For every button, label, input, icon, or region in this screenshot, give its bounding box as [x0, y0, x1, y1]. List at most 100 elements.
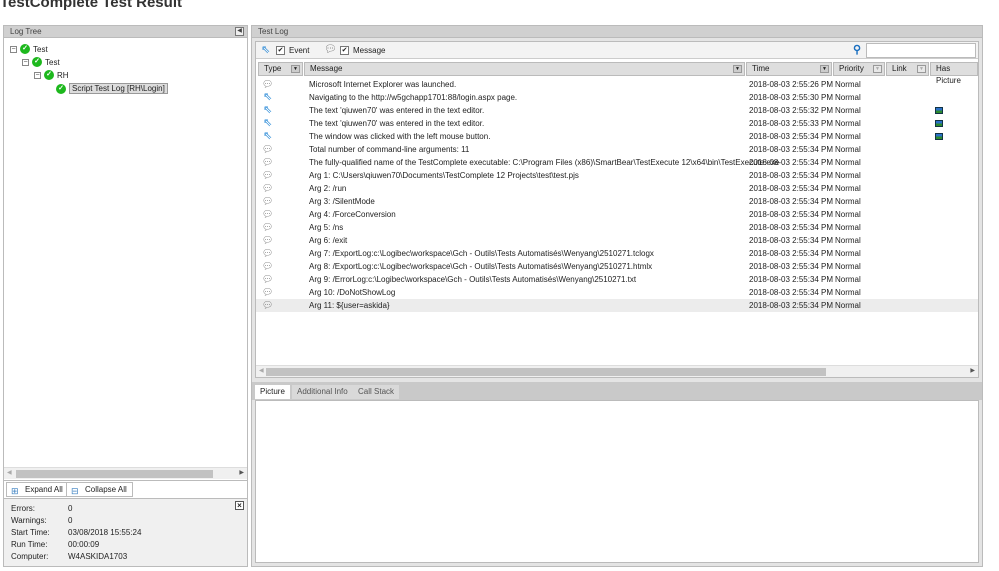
cell-message: Arg 11: ${user=askida} — [309, 301, 390, 310]
cell-time: 2018-08-03 2:55:34 PM — [749, 288, 834, 297]
cell-priority: Normal — [835, 132, 861, 141]
table-row[interactable]: 💬︎ Arg 9: /ErrorLog:c:\Logibec\workspace\… — [256, 273, 978, 286]
table-row[interactable]: 💬︎ Arg 6: /exit 2018-08-03 2:55:34 PM Norma… — [256, 234, 978, 247]
picture-icon[interactable] — [935, 120, 943, 127]
tree-node-rh[interactable]: − ✓ RH — [34, 70, 69, 80]
message-filter-label: Message — [353, 46, 386, 55]
dropdown-icon[interactable]: ▼ — [917, 65, 926, 73]
collapse-panel-button[interactable]: ◀ — [235, 27, 244, 36]
cell-time: 2018-08-03 2:55:34 PM — [749, 301, 834, 310]
table-row[interactable]: 💬︎ Arg 5: /ns 2018-08-03 2:55:34 PM Normal — [256, 221, 978, 234]
table-row[interactable]: ⇖ The window was clicked with the left mo… — [256, 130, 978, 143]
column-label: Link — [892, 64, 907, 73]
tab-label: Picture — [260, 387, 285, 396]
cell-message: Arg 7: /ExportLog:c:\Logibec\workspace\G… — [309, 249, 654, 258]
table-row[interactable]: 💬︎ Arg 10: /DoNotShowLog 2018-08-03 2:55:3… — [256, 286, 978, 299]
tree-node-script-log[interactable]: ✓ Script Test Log [RH\Login] — [56, 83, 168, 94]
dropdown-icon[interactable]: ▼ — [820, 65, 829, 73]
tree-node-label: Test — [33, 44, 48, 54]
scroll-thumb[interactable] — [266, 368, 826, 376]
message-bubble-icon: 💬︎ — [262, 261, 274, 271]
table-row[interactable]: 💬︎ Arg 4: /ForceConversion 2018-08-03 2:55… — [256, 208, 978, 221]
table-row[interactable]: 💬︎ The fully-qualified name of the TestCo… — [256, 156, 978, 169]
summary-key: Start Time: — [11, 528, 50, 537]
column-header-priority[interactable]: Priority ▼ — [833, 62, 885, 76]
filter-toolbar: ⇖ ✔ Event 💬︎ ✔ Message ⚲ — [256, 42, 978, 59]
cell-time: 2018-08-03 2:55:30 PM — [749, 93, 834, 102]
tab-additional-info[interactable]: Additional Info — [292, 385, 353, 399]
tab-picture[interactable]: Picture — [255, 385, 290, 399]
cell-priority: Normal — [835, 288, 861, 297]
cell-time: 2018-08-03 2:55:34 PM — [749, 132, 834, 141]
column-label: Message — [310, 64, 343, 73]
cell-time: 2018-08-03 2:55:34 PM — [749, 171, 834, 180]
table-row[interactable]: 💬︎ Arg 8: /ExportLog:c:\Logibec\workspace… — [256, 260, 978, 273]
tab-label: Call Stack — [358, 387, 395, 396]
table-row[interactable]: 💬︎ Arg 3: /SilentMode 2018-08-03 2:55:34 P… — [256, 195, 978, 208]
summary-key: Run Time: — [11, 540, 48, 549]
scroll-left-icon[interactable]: ◀ — [7, 469, 12, 476]
tree-node-test-root[interactable]: − ✓ Test — [10, 44, 48, 54]
message-bubble-icon: 💬︎ — [262, 248, 274, 258]
cell-message: Arg 1: C:\Users\qiuwen70\Documents\TestC… — [309, 171, 579, 180]
picture-icon[interactable] — [935, 107, 943, 114]
picture-icon[interactable] — [935, 133, 943, 140]
scroll-right-icon[interactable]: ▶ — [970, 367, 975, 374]
collapse-icon[interactable]: − — [22, 58, 29, 66]
cell-message: Total number of command-line arguments: … — [309, 145, 470, 154]
cell-message: Arg 3: /SilentMode — [309, 197, 375, 206]
table-row[interactable]: 💬︎ Total number of command-line arguments… — [256, 143, 978, 156]
table-row[interactable]: ⇖ The text 'qiuwen70' was entered in the … — [256, 104, 978, 117]
collapse-all-button[interactable]: ⊟ Collapse All — [66, 482, 133, 497]
table-row[interactable]: ⇖ The text 'qiuwen70' was entered in the … — [256, 117, 978, 130]
collapse-icon[interactable]: − — [10, 45, 17, 53]
scroll-thumb[interactable] — [16, 470, 213, 478]
search-input[interactable] — [866, 43, 976, 58]
cell-priority: Normal — [835, 158, 861, 167]
scroll-left-icon[interactable]: ◀ — [259, 367, 264, 374]
column-header-has-picture[interactable]: Has Picture — [930, 62, 978, 85]
collapse-icon[interactable]: − — [34, 71, 41, 79]
success-icon: ✓ — [32, 57, 42, 67]
column-header-link[interactable]: Link ▼ — [886, 62, 929, 76]
tab-call-stack[interactable]: Call Stack — [353, 385, 400, 399]
expand-all-button[interactable]: ⊞ Expand All — [6, 482, 69, 497]
expand-tree-icon: ⊞ — [11, 486, 19, 496]
message-bubble-icon: 💬︎ — [324, 44, 337, 55]
column-header-time[interactable]: Time ▼ — [746, 62, 832, 76]
search-icon[interactable]: ⚲ — [853, 43, 861, 56]
cell-message: The fully-qualified name of the TestComp… — [309, 158, 780, 167]
table-row[interactable]: 💬︎ Arg 7: /ExportLog:c:\Logibec\workspace… — [256, 247, 978, 260]
table-row[interactable]: 💬︎ Microsoft Internet Explorer was launch… — [256, 78, 978, 91]
cell-priority: Normal — [835, 171, 861, 180]
message-bubble-icon: 💬︎ — [262, 274, 274, 284]
dropdown-icon[interactable]: ▼ — [291, 65, 300, 73]
message-bubble-icon: 💬︎ — [262, 300, 274, 310]
cell-message: The window was clicked with the left mou… — [309, 132, 491, 141]
summary-key: Warnings: — [11, 516, 47, 525]
cell-priority: Normal — [835, 119, 861, 128]
cell-time: 2018-08-03 2:55:34 PM — [749, 262, 834, 271]
event-checkbox[interactable]: ✔ — [276, 46, 285, 55]
message-checkbox[interactable]: ✔ — [340, 46, 349, 55]
table-row[interactable]: 💬︎ Arg 2: /run 2018-08-03 2:55:34 PM Normal — [256, 182, 978, 195]
tree-horizontal-scrollbar[interactable]: ◀ ▶ — [4, 467, 247, 479]
test-log-title: Test Log — [258, 27, 289, 36]
message-bubble-icon: 💬︎ — [262, 170, 274, 180]
column-header-message[interactable]: Message ▼ — [304, 62, 745, 76]
close-icon[interactable]: × — [235, 501, 244, 510]
message-bubble-icon: 💬︎ — [262, 144, 274, 154]
dropdown-icon[interactable]: ▼ — [873, 65, 882, 73]
table-row[interactable]: 💬︎ Arg 11: ${user=askida} 2018-08-03 2:55:… — [256, 299, 978, 312]
log-horizontal-scrollbar[interactable]: ◀ ▶ — [256, 365, 978, 377]
cell-time: 2018-08-03 2:55:34 PM — [749, 197, 834, 206]
cell-priority: Normal — [835, 106, 861, 115]
scroll-right-icon[interactable]: ▶ — [239, 469, 244, 476]
table-row[interactable]: 💬︎ Arg 1: C:\Users\qiuwen70\Documents\Tes… — [256, 169, 978, 182]
tree-node-test[interactable]: − ✓ Test — [22, 57, 60, 67]
event-cursor-icon: ⇖ — [261, 44, 271, 56]
dropdown-icon[interactable]: ▼ — [733, 65, 742, 73]
table-row[interactable]: ⇖ Navigating to the http://w5gchapp1701:8… — [256, 91, 978, 104]
column-header-type[interactable]: Type ▼ — [258, 62, 303, 76]
cell-priority: Normal — [835, 275, 861, 284]
